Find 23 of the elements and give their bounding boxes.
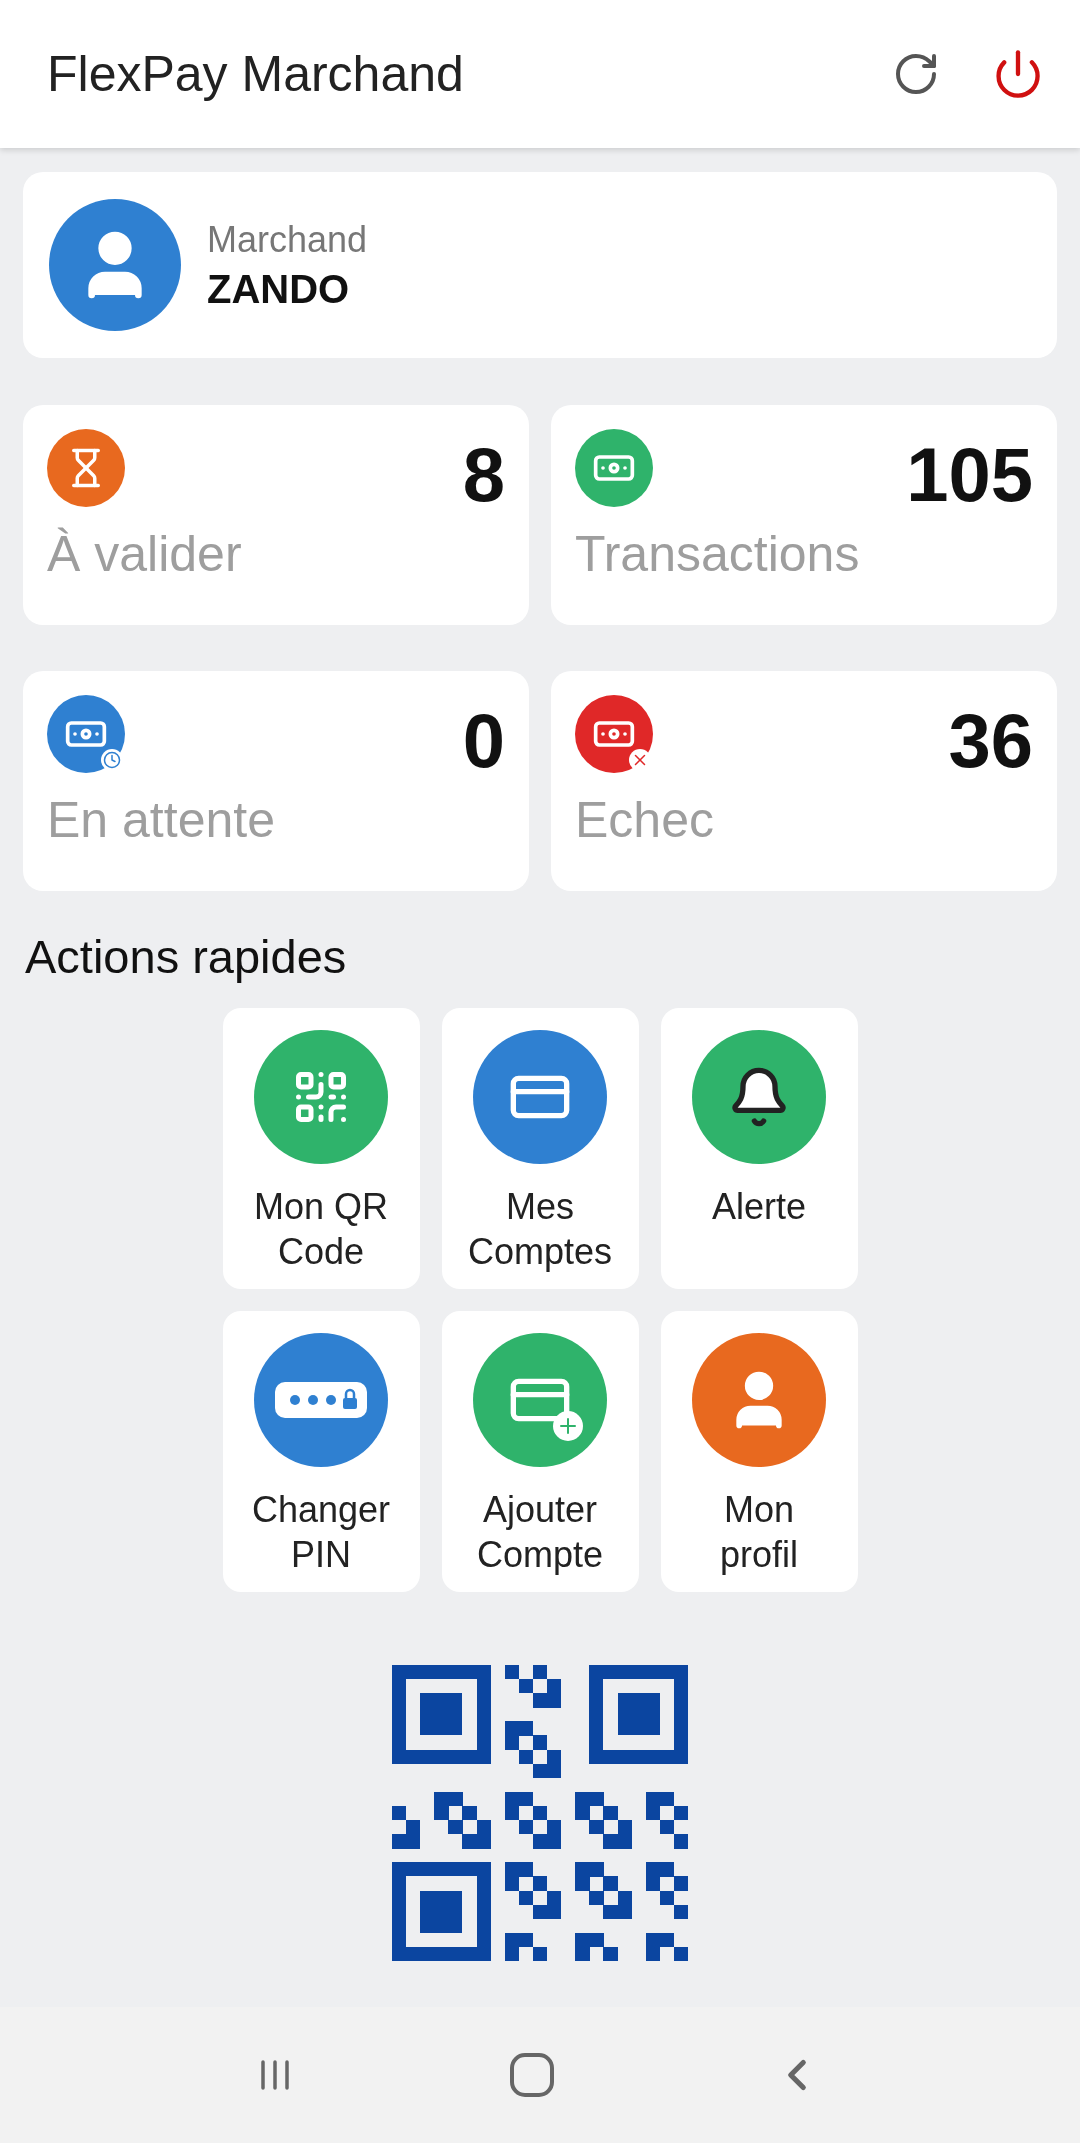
action-tile[interactable]: Mon QR Code	[222, 1008, 420, 1289]
stat-label: En attente	[47, 791, 276, 849]
section-title: Actions rapides	[25, 929, 348, 984]
action-tile[interactable]: Alerte	[660, 1008, 858, 1289]
home-icon[interactable]	[509, 2052, 555, 2098]
stat-card[interactable]: 105 Transactions	[551, 405, 1057, 625]
action-tile[interactable]: Mes Comptes	[441, 1008, 639, 1289]
stat-label: À valider	[47, 525, 243, 583]
stat-value: 105	[906, 437, 1033, 513]
merchant-name: ZANDO	[207, 266, 351, 312]
stat-card[interactable]: 36 Echec	[551, 671, 1057, 891]
action-tile[interactable]: Changer PIN	[222, 1311, 420, 1592]
action-tile[interactable]: Mon profil	[660, 1311, 858, 1592]
action-tile[interactable]: Ajouter Compte	[441, 1311, 639, 1592]
stat-card[interactable]: 8 À valider	[23, 405, 529, 625]
stat-label: Echec	[575, 791, 715, 849]
stat-value: 36	[948, 703, 1033, 779]
stat-card[interactable]: 0 En attente	[23, 671, 529, 891]
stat-value: 8	[462, 437, 505, 513]
app-title: FlexPay Marchand	[47, 45, 465, 103]
merchant-label: Marchand	[207, 218, 368, 261]
stat-value: 0	[462, 703, 505, 779]
stat-label: Transactions	[575, 525, 861, 583]
